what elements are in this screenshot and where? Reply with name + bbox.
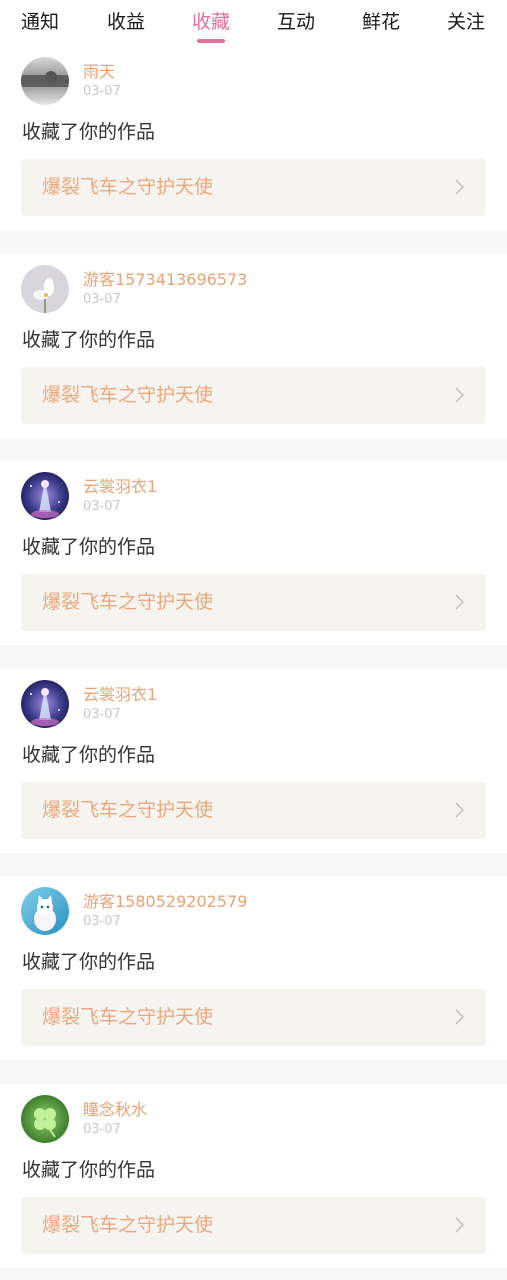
work-link[interactable]: 爆裂飞车之守护天使 — [21, 159, 486, 216]
work-title: 爆裂飞车之守护天使 — [42, 176, 214, 198]
timestamp: 03-07 — [83, 1121, 121, 1137]
username[interactable]: 游客1580529202579 — [83, 892, 247, 912]
work-title: 爆裂飞车之守护天使 — [42, 1213, 214, 1236]
action-text: 收藏了你的作品 — [22, 536, 156, 558]
username[interactable]: 雨天 — [83, 62, 115, 82]
chevron-right-icon — [455, 1216, 464, 1233]
tab-follows[interactable]: 关注 — [447, 10, 485, 34]
username[interactable]: 云裳羽衣1 — [83, 477, 157, 497]
timestamp: 03-07 — [83, 84, 121, 99]
work-title: 爆裂飞车之守护天使 — [42, 591, 214, 613]
username[interactable]: 瞳念秋水 — [83, 1100, 147, 1120]
feed-item: 云裳羽衣1 03-07 收藏了你的作品 爆裂飞车之守护天使 — [0, 461, 507, 645]
chevron-right-icon — [455, 801, 464, 818]
galaxy-angel-avatar[interactable] — [21, 679, 69, 728]
work-link[interactable]: 爆裂飞车之守护天使 — [21, 781, 486, 839]
tab-bar: 通知 收益 收藏 互动 鲜花 关注 — [0, 0, 507, 46]
work-title: 爆裂飞车之守护天使 — [42, 383, 214, 406]
timestamp: 03-07 — [83, 706, 121, 722]
work-link[interactable]: 爆裂飞车之守护天使 — [21, 574, 486, 631]
active-tab-indicator — [197, 39, 225, 43]
white-flower-avatar[interactable] — [21, 264, 69, 313]
username[interactable]: 游客1573413696573 — [83, 270, 247, 290]
chevron-right-icon — [455, 594, 464, 610]
tab-flowers[interactable]: 鲜花 — [362, 10, 400, 34]
action-text: 收藏了你的作品 — [22, 743, 156, 766]
work-title: 爆裂飞车之守护天使 — [42, 798, 214, 821]
timestamp: 03-07 — [83, 291, 121, 307]
username[interactable]: 云裳羽衣1 — [83, 685, 157, 705]
action-text: 收藏了你的作品 — [22, 1158, 156, 1181]
action-text: 收藏了你的作品 — [22, 951, 156, 973]
feed-item: 雨天 03-07 收藏了你的作品 爆裂飞车之守护天使 — [0, 46, 507, 230]
timestamp: 03-07 — [83, 499, 121, 514]
work-link[interactable]: 爆裂飞车之守护天使 — [21, 989, 486, 1046]
chevron-right-icon — [455, 1009, 464, 1025]
feed-item: 游客1573413696573 03-07 收藏了你的作品 爆裂飞车之守护天使 — [0, 253, 507, 438]
tab-favorites[interactable]: 收藏 — [192, 10, 230, 34]
feed-item: 瞳念秋水 03-07 收藏了你的作品 爆裂飞车之守护天使 — [0, 1083, 507, 1268]
feed-item: 云裳羽衣1 03-07 收藏了你的作品 爆裂飞车之守护天使 — [0, 668, 507, 853]
four-leaf-clover-avatar[interactable] — [21, 1094, 69, 1143]
timestamp: 03-07 — [83, 914, 121, 929]
work-link[interactable]: 爆裂飞车之守护天使 — [21, 366, 486, 424]
messages-screen: 通知 收益 收藏 互动 鲜花 关注 雨天 03-07 收藏了你的作品 爆裂飞车之… — [0, 0, 507, 1280]
chevron-right-icon — [455, 386, 464, 403]
work-title: 爆裂飞车之守护天使 — [42, 1006, 214, 1028]
white-cat-avatar[interactable] — [21, 887, 69, 935]
action-text: 收藏了你的作品 — [22, 121, 156, 143]
tab-notifications[interactable]: 通知 — [21, 10, 59, 34]
chevron-right-icon — [455, 179, 464, 195]
work-link[interactable]: 爆裂飞车之守护天使 — [21, 1196, 486, 1254]
favorites-feed: 雨天 03-07 收藏了你的作品 爆裂飞车之守护天使 游客15734136965… — [0, 46, 507, 1280]
grayscale-photo-avatar[interactable] — [21, 57, 69, 105]
feed-item: 游客1580529202579 03-07 收藏了你的作品 爆裂飞车之守护天使 — [0, 876, 507, 1060]
galaxy-angel-avatar[interactable] — [21, 472, 69, 520]
tab-interactions[interactable]: 互动 — [277, 10, 315, 34]
tab-earnings[interactable]: 收益 — [107, 10, 145, 34]
action-text: 收藏了你的作品 — [22, 328, 156, 351]
